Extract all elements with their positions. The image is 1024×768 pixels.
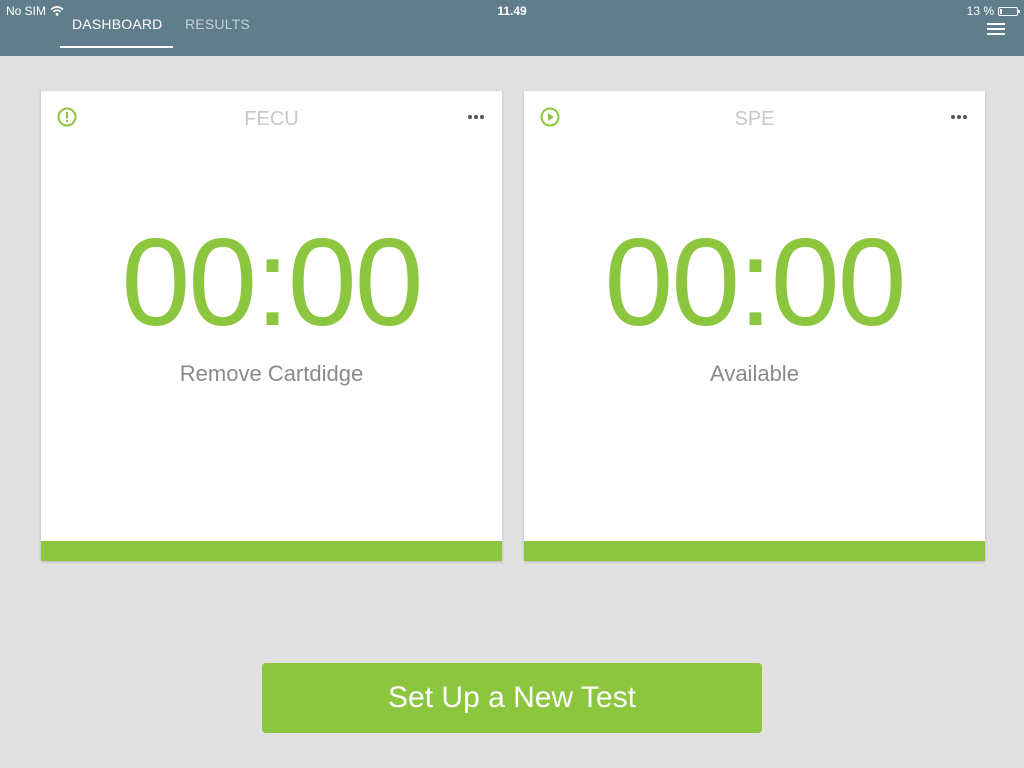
card-status-bar <box>524 541 985 561</box>
status-bar-right: 13 % <box>966 4 1020 18</box>
battery-icon <box>998 6 1020 16</box>
more-options-icon[interactable] <box>466 109 486 125</box>
instrument-card-spe[interactable]: SPE 00:00 Available <box>524 91 985 561</box>
instrument-card-fecu[interactable]: FECU 00:00 Remove Cartdidge <box>41 91 502 561</box>
card-status-text: Available <box>710 361 799 386</box>
card-title: SPE <box>734 108 775 130</box>
tab-results[interactable]: RESULTS <box>185 16 250 32</box>
card-timer: 00:00 <box>604 214 906 352</box>
top-bar: No SIM 11.49 13 % DASHBOARD RESULTS <box>0 0 1024 56</box>
tab-dashboard[interactable]: DASHBOARD <box>72 16 162 32</box>
card-status-text: Remove Cartdidge <box>179 361 364 386</box>
card-title: FECU <box>244 108 299 130</box>
battery-percent: 13 % <box>966 4 994 18</box>
battery-fill <box>1000 8 1002 14</box>
card-status-bar <box>41 541 502 561</box>
hamburger-menu-icon[interactable] <box>987 22 1005 36</box>
active-tab-indicator <box>60 46 173 48</box>
card-timer: 00:00 <box>121 214 423 352</box>
more-options-icon[interactable] <box>949 109 969 125</box>
set-up-new-test-button[interactable]: Set Up a New Test <box>262 663 762 733</box>
